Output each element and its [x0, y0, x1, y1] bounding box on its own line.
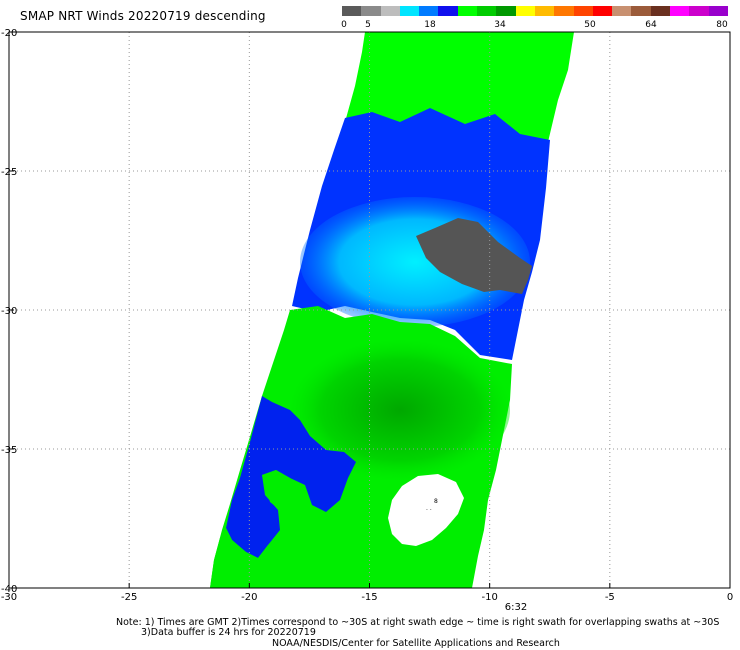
x-tick-label: 0 — [727, 592, 733, 603]
y-tick-label: -35 — [1, 445, 17, 456]
pass-time-label: 6:32 — [505, 602, 527, 613]
x-tick-label: -10 — [481, 592, 497, 603]
y-tick-label: -20 — [1, 28, 17, 39]
y-tick-label: -40 — [1, 584, 17, 595]
wind-map: 8 . . -30 -25 -20 -15 -10 -5 0 -20-25-30-35-40… — [1, 28, 733, 613]
x-tick-label: -20 — [241, 592, 257, 603]
note-line-2: 3)Data buffer is 24 hrs for 20220719 — [141, 627, 316, 638]
note-line-3: NOAA/NESDIS/Center for Satellite Applica… — [272, 638, 560, 649]
y-tick-label: -30 — [1, 306, 17, 317]
y-tick-label: -25 — [1, 167, 17, 178]
x-tick-label: -15 — [361, 592, 377, 603]
svg-text:. .: . . — [426, 505, 432, 512]
swath-layer: 8 . . — [210, 32, 574, 588]
x-tick-label: -5 — [605, 592, 615, 603]
x-tick-label: -25 — [121, 592, 137, 603]
svg-text:8: 8 — [434, 498, 438, 505]
